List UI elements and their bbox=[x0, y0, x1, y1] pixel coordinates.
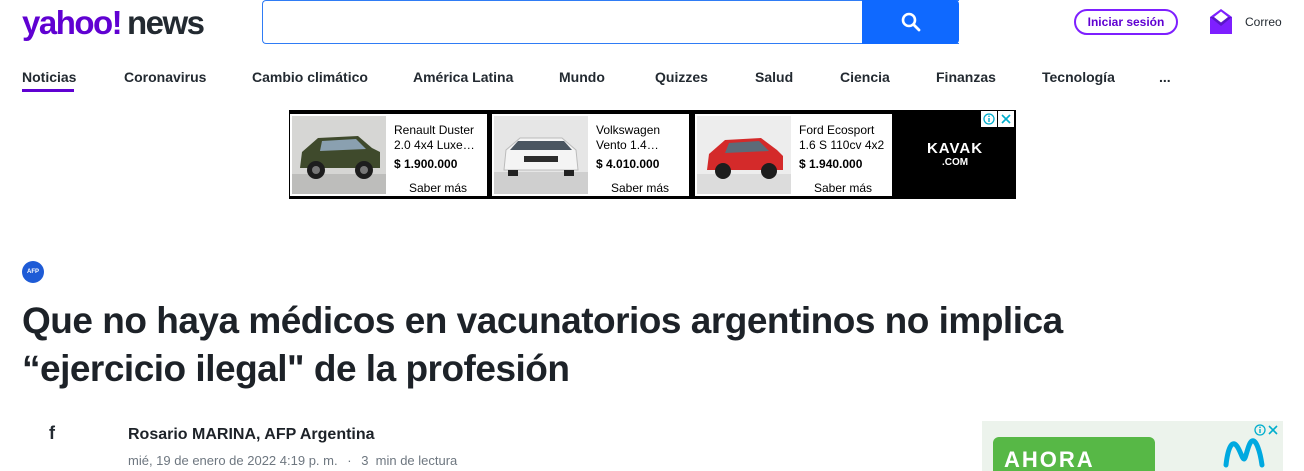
ad-close-icon[interactable] bbox=[1268, 425, 1278, 435]
ad-close-icon[interactable] bbox=[998, 111, 1014, 127]
ad-banner[interactable]: Renault Duster 2.0 4x4 Luxe… $ 1.900.000… bbox=[289, 110, 1016, 199]
facebook-share-icon[interactable]: f bbox=[49, 423, 55, 444]
article-read-time: 3 min de lectura bbox=[361, 453, 458, 468]
ad-cta-button[interactable]: Saber más bbox=[409, 181, 467, 195]
side-ad-text: AHORA bbox=[1004, 447, 1095, 471]
nav-item-ciencia[interactable]: Ciencia bbox=[840, 69, 890, 85]
search-button[interactable] bbox=[862, 0, 959, 44]
nav-item-quizzes[interactable]: Quizzes bbox=[655, 69, 708, 85]
nav-item-mundo[interactable]: Mundo bbox=[559, 69, 605, 85]
meta-separator: · bbox=[347, 453, 352, 468]
search-icon bbox=[901, 12, 920, 32]
kavak-logo[interactable]: KAVAK .COM bbox=[922, 140, 988, 168]
article-date: mié, 19 de enero de 2022 4:19 p. m. bbox=[128, 453, 338, 468]
mail-link[interactable]: Correo bbox=[1208, 8, 1288, 38]
mail-icon bbox=[1210, 9, 1232, 34]
nav-item-noticias[interactable]: Noticias bbox=[22, 69, 76, 85]
ad-price: $ 1.900.000 bbox=[394, 157, 458, 171]
adchoices-info-icon[interactable] bbox=[1254, 424, 1266, 436]
yahoo-news-logo[interactable]: yahoo! news bbox=[22, 7, 222, 41]
ad-card[interactable]: Volkswagen Vento 1.4… $ 4.010.000 Saber … bbox=[492, 114, 689, 196]
nav-active-indicator bbox=[22, 89, 74, 92]
ad-cta-button[interactable]: Saber más bbox=[611, 181, 669, 195]
ad-card[interactable]: Renault Duster 2.0 4x4 Luxe… $ 1.900.000… bbox=[290, 114, 487, 196]
search-input[interactable] bbox=[263, 1, 861, 43]
kavak-brand-name: KAVAK bbox=[926, 140, 984, 157]
car-image bbox=[697, 116, 791, 194]
article-author: Rosario MARINA, AFP Argentina bbox=[128, 426, 375, 443]
kavak-brand-suffix: .COM bbox=[941, 157, 969, 168]
ad-title: Volkswagen Vento 1.4… bbox=[596, 123, 661, 152]
adchoices-info-icon[interactable] bbox=[981, 111, 997, 127]
svg-text:news: news bbox=[127, 7, 204, 41]
nav-item-tecnologia[interactable]: Tecnología bbox=[1042, 69, 1115, 85]
ad-price: $ 4.010.000 bbox=[596, 157, 660, 171]
source-badge-afp[interactable]: AFP bbox=[22, 261, 44, 283]
ad-cta-button[interactable]: Saber más bbox=[814, 181, 872, 195]
ad-card[interactable]: Ford Ecosport 1.6 S 110cv 4x2 $ 1.940.00… bbox=[695, 114, 892, 196]
nav-item-america-latina[interactable]: América Latina bbox=[413, 69, 513, 85]
article-meta: mié, 19 de enero de 2022 4:19 p. m. · 3 … bbox=[128, 453, 457, 468]
car-image bbox=[292, 116, 386, 194]
article-headline: Que no haya médicos en vacunatorios arge… bbox=[22, 300, 1063, 389]
ad-title: Renault Duster 2.0 4x4 Luxe… bbox=[394, 123, 475, 152]
nav-item-cambio-climatico[interactable]: Cambio climático bbox=[252, 69, 368, 85]
mail-label: Correo bbox=[1245, 15, 1282, 29]
nav-item-finanzas[interactable]: Finanzas bbox=[936, 69, 996, 85]
nav-item-salud[interactable]: Salud bbox=[755, 69, 793, 85]
svg-text:yahoo!: yahoo! bbox=[22, 7, 121, 41]
nav-item-coronavirus[interactable]: Coronavirus bbox=[124, 69, 206, 85]
car-image bbox=[494, 116, 588, 194]
side-ad[interactable]: AHORA bbox=[982, 421, 1283, 471]
signin-button[interactable]: Iniciar sesión bbox=[1074, 9, 1178, 35]
ad-title: Ford Ecosport 1.6 S 110cv 4x2 bbox=[799, 123, 885, 152]
ad-price: $ 1.940.000 bbox=[799, 157, 863, 171]
side-ad-controls bbox=[1254, 423, 1280, 437]
nav-more-button[interactable]: ... bbox=[1159, 69, 1171, 85]
movistar-logo-icon bbox=[1223, 438, 1265, 468]
